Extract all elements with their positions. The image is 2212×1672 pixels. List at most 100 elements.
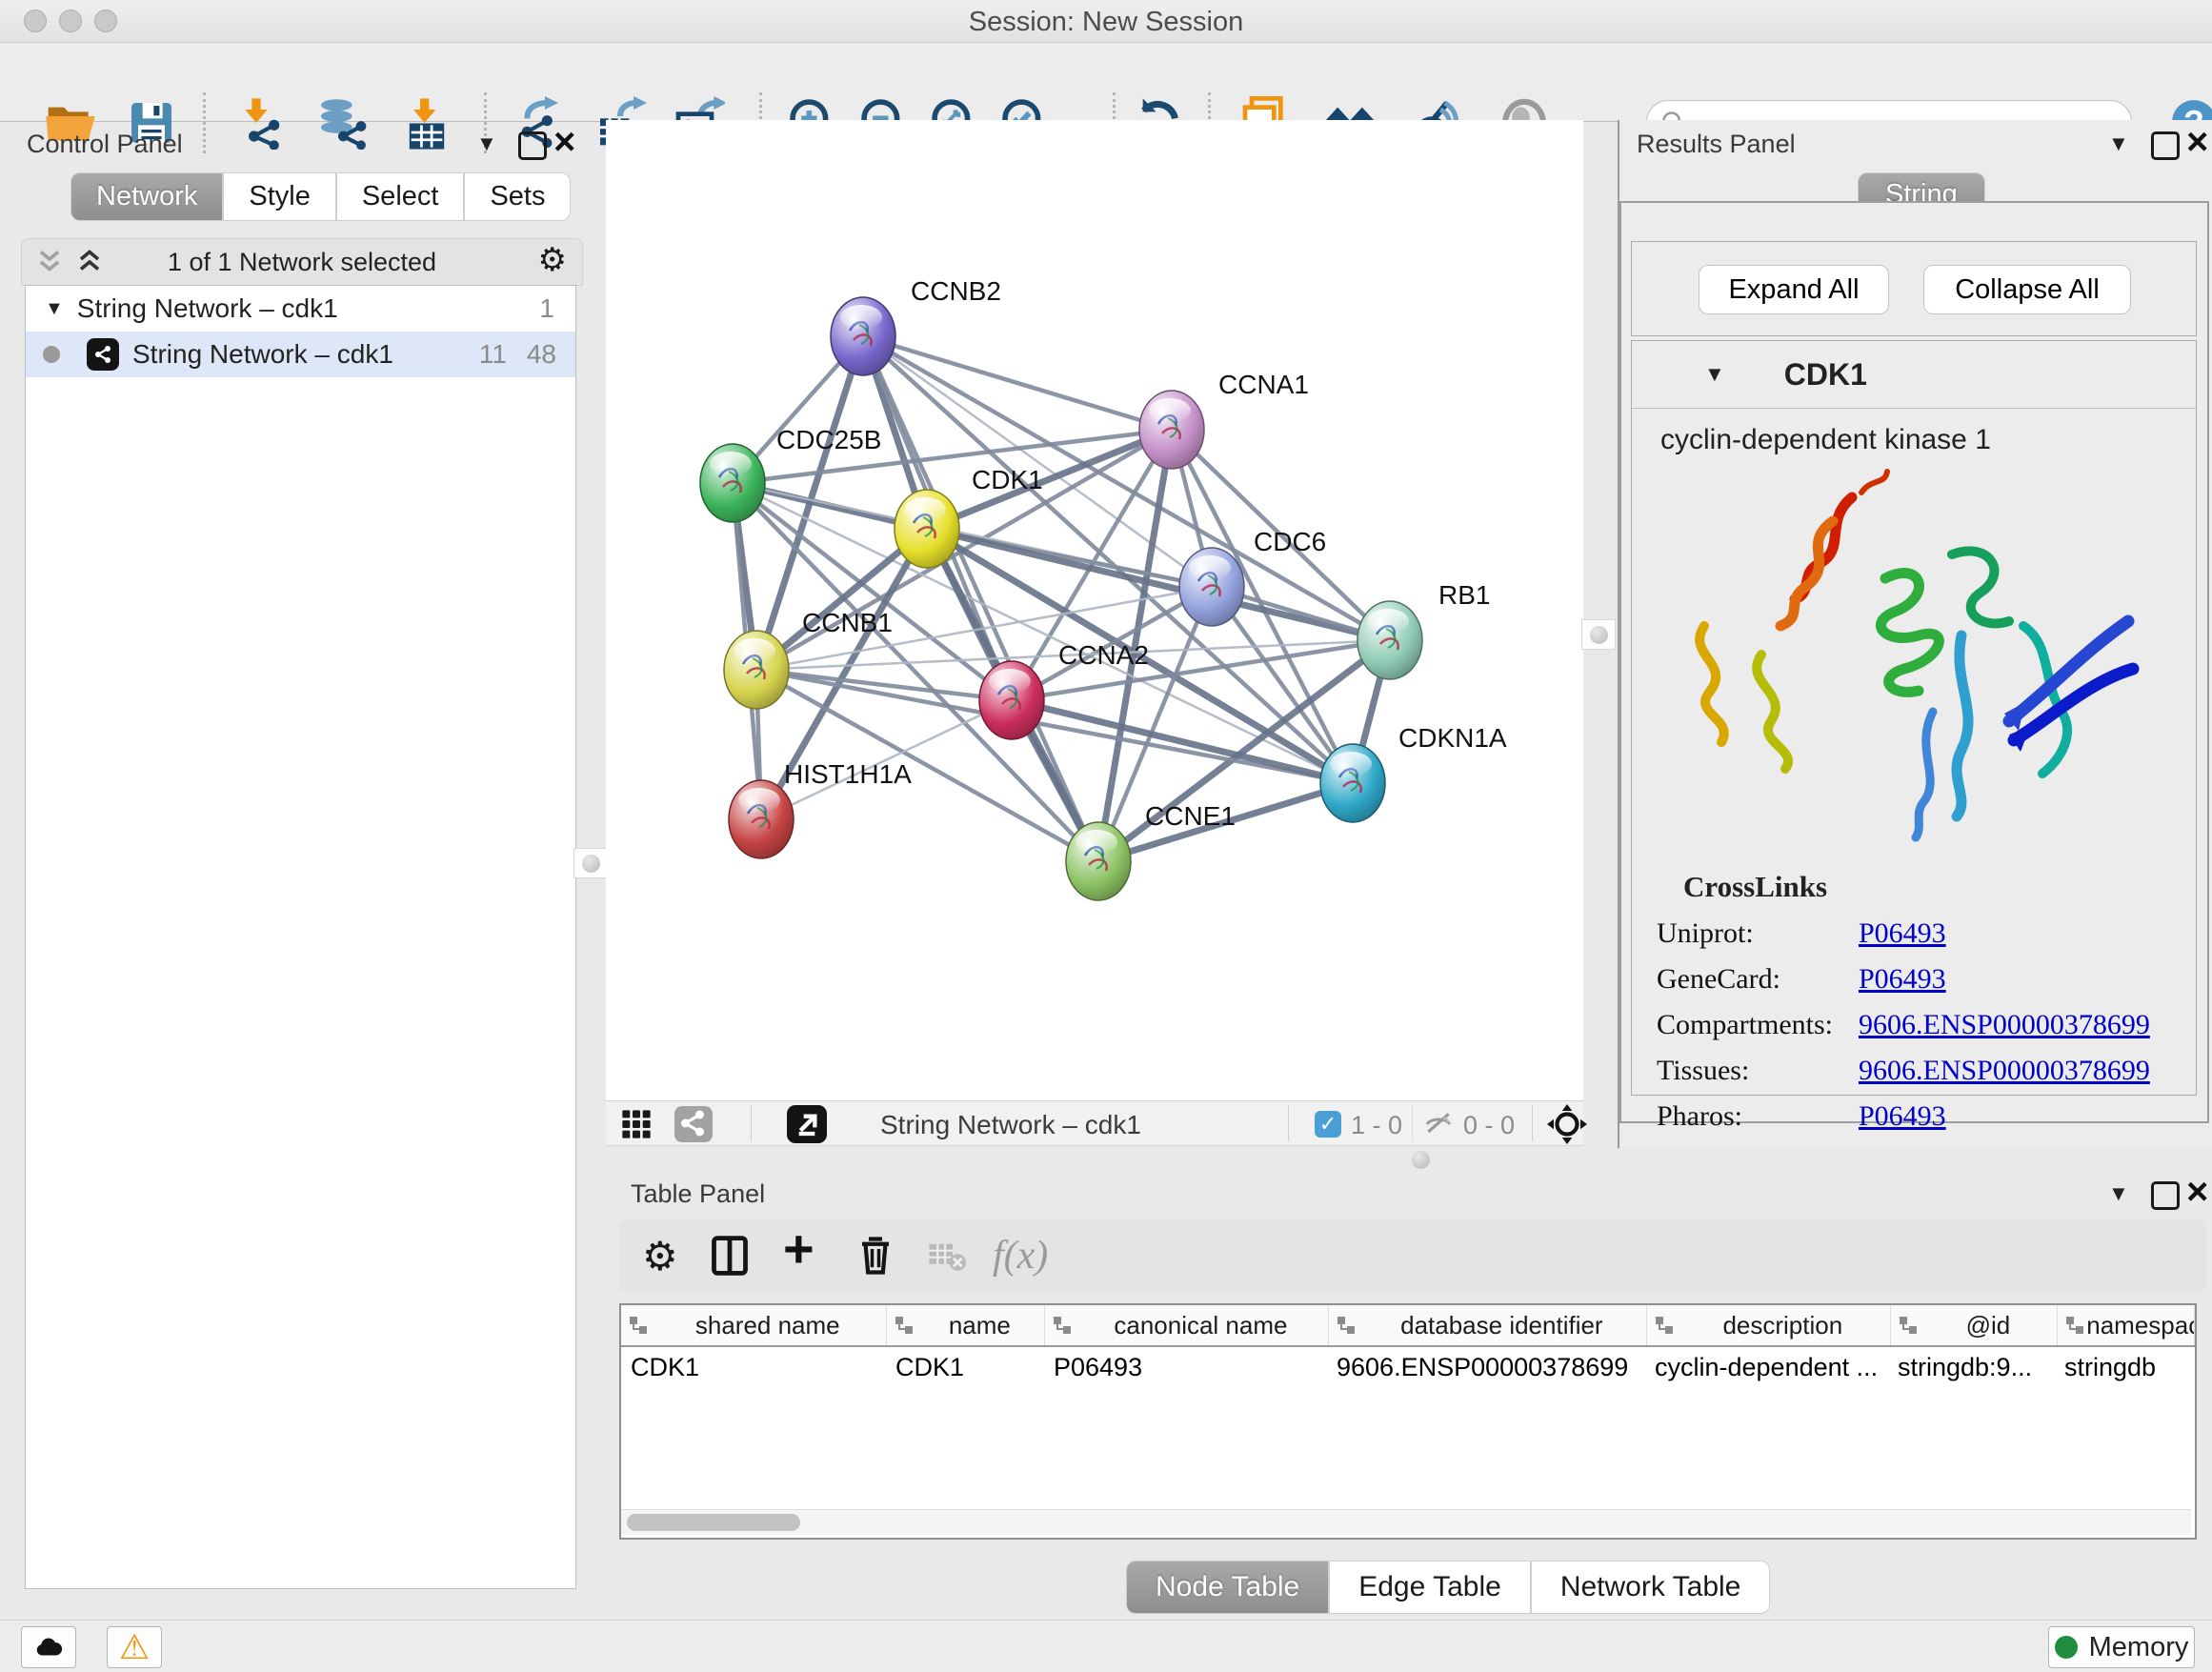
tab-node-table[interactable]: Node Table [1126,1561,1329,1614]
toolbar-separator [203,92,206,153]
function-builder-icon[interactable]: f(x) [993,1225,1048,1286]
open-in-window-icon[interactable] [787,1105,827,1143]
results-panel-menu-icon[interactable]: ▼ [2108,133,2129,154]
column-header-description[interactable]: description [1647,1305,1891,1345]
crosslink-row: Pharos:P06493 [1657,1100,2196,1133]
crosslink-link[interactable]: 9606.ENSP00000378699 [1859,1009,2150,1041]
tab-sets[interactable]: Sets [464,172,571,221]
tab-network[interactable]: Network [70,172,223,221]
import-network-database-icon[interactable] [314,96,368,151]
control-panel-menu-icon[interactable]: ▼ [476,133,497,154]
gene-section-header[interactable]: ▼ CDK1 [1632,341,2196,409]
crosslink-link[interactable]: 9606.ENSP00000378699 [1859,1055,2150,1087]
horizontal-scrollbar[interactable] [621,1509,2191,1535]
network-edge[interactable] [863,336,1390,640]
gene-expander-icon[interactable]: ▼ [1704,362,1725,387]
network-node-CCNB2[interactable]: CCNB2 [831,276,1001,375]
results-button-box: Expand All Collapse All [1631,241,2197,336]
network-edge[interactable] [863,336,1172,430]
network-node-CCNA1[interactable]: CCNA1 [1139,370,1309,469]
crosslink-link[interactable]: P06493 [1859,963,1946,996]
collapse-all-button[interactable]: Collapse All [1923,265,2131,314]
string-network-icon [87,338,119,371]
current-network-title: String Network – cdk1 [880,1110,1141,1140]
results-panel-close-icon[interactable]: × [2186,128,2208,156]
horizontal-splitter-handle[interactable] [1412,1151,1430,1169]
memory-button[interactable]: Memory [2048,1626,2195,1668]
table-cell[interactable]: cyclin-dependent ... [1645,1347,1888,1387]
node-table: shared namename canonical namedatabase id… [619,1303,2197,1540]
network-row[interactable]: String Network – cdk1 11 48 [26,332,575,377]
crosslinks-section: CrossLinks Uniprot:P06493GeneCard:P06493… [1632,870,2196,1133]
add-column-icon[interactable]: + [783,1218,814,1279]
select-columns-icon[interactable] [709,1225,751,1286]
column-header-name[interactable]: name [887,1305,1046,1345]
right-splitter-handle[interactable] [1581,619,1616,650]
tab-edge-table[interactable]: Edge Table [1329,1561,1531,1614]
warning-button[interactable]: ⚠ [107,1626,162,1668]
selection-status: 1 of 1 Network selected [22,248,582,277]
table-cell[interactable]: P06493 [1044,1347,1327,1387]
delete-table-icon[interactable] [926,1225,966,1286]
crosslink-link[interactable]: P06493 [1859,917,1946,950]
memory-label: Memory [2089,1632,2189,1663]
tab-style[interactable]: Style [223,172,335,221]
memory-status-icon [2055,1636,2078,1659]
birdseye-icon[interactable] [1547,1104,1587,1144]
table-gear-icon[interactable]: ⚙ [642,1225,678,1286]
table-panel-close-icon[interactable]: × [2186,1178,2208,1206]
network-node-CDC25B[interactable]: CDC25B [700,425,881,522]
column-header-shared-name[interactable]: shared name [621,1305,887,1345]
column-header-database-identifier[interactable]: database identifier [1329,1305,1647,1345]
hidden-eye-slash-icon[interactable] [1423,1109,1454,1139]
crosslink-label: GeneCard: [1657,963,1859,996]
edge-count: 48 [527,339,556,370]
column-header-canonical-name[interactable]: canonical name [1045,1305,1328,1345]
crosslink-label: Uniprot: [1657,917,1859,950]
shared-column-icon [1655,1316,1676,1335]
selected-checkbox-icon[interactable]: ✓ [1315,1111,1341,1138]
table-panel-float-icon[interactable] [2151,1181,2180,1210]
left-splitter-handle[interactable] [573,848,608,878]
tab-select[interactable]: Select [336,172,465,221]
column-header-namespace[interactable]: namespace [2058,1305,2195,1345]
collection-expander-icon[interactable]: ▼ [45,298,64,320]
import-network-file-icon[interactable] [236,96,290,151]
network-collection-row[interactable]: ▼ String Network – cdk1 1 [26,286,575,332]
network-node-CCNE1[interactable]: CCNE1 [1066,801,1236,900]
network-node-CDKN1A[interactable]: CDKN1A [1320,723,1507,822]
table-cell[interactable]: 9606.ENSP00000378699 [1327,1347,1645,1387]
selected-counts: 1 - 0 [1351,1111,1402,1140]
network-canvas[interactable]: CCNB2CCNA1CDC25BCDK1CDC6RB1CCNB1CCNA2CDK… [606,120,1583,1100]
import-table-file-icon[interactable] [400,96,453,151]
table-row[interactable]: CDK1CDK1P064939606.ENSP00000378699cyclin… [621,1347,2195,1387]
node-label: CDC25B [776,425,881,454]
results-panel-float-icon[interactable] [2151,131,2180,160]
toolbar-separator [1412,1105,1413,1141]
column-header--id[interactable]: @id [1891,1305,2059,1345]
shared-column-icon [1337,1316,1357,1335]
table-cell[interactable]: stringdb:9... [1888,1347,2055,1387]
grid-view-icon[interactable] [621,1109,652,1139]
node-label: CCNE1 [1145,801,1236,831]
network-node-RB1[interactable]: RB1 [1357,580,1490,679]
gear-icon[interactable]: ⚙ [538,241,567,279]
tab-network-table[interactable]: Network Table [1531,1561,1771,1614]
shared-column-icon [895,1316,915,1335]
crosslink-link[interactable]: P06493 [1859,1100,1946,1133]
table-cell[interactable]: CDK1 [886,1347,1044,1387]
delete-column-icon[interactable] [855,1225,895,1286]
toolbar-separator [1532,1105,1533,1141]
crosslink-row: Tissues:9606.ENSP00000378699 [1657,1055,2196,1087]
network-view-icon[interactable] [674,1106,713,1142]
cloud-button[interactable] [21,1626,76,1668]
control-panel-close-icon[interactable]: × [553,128,575,156]
control-panel-tabs: NetworkStyleSelectSets [70,172,571,221]
scrollbar-thumb[interactable] [627,1514,800,1531]
table-panel-menu-icon[interactable]: ▼ [2108,1183,2129,1204]
column-header-label: canonical name [1074,1311,1327,1340]
control-panel-float-icon[interactable] [518,131,547,160]
expand-all-button[interactable]: Expand All [1699,265,1889,314]
table-cell[interactable]: CDK1 [621,1347,886,1387]
table-cell[interactable]: stringdb [2055,1347,2191,1387]
